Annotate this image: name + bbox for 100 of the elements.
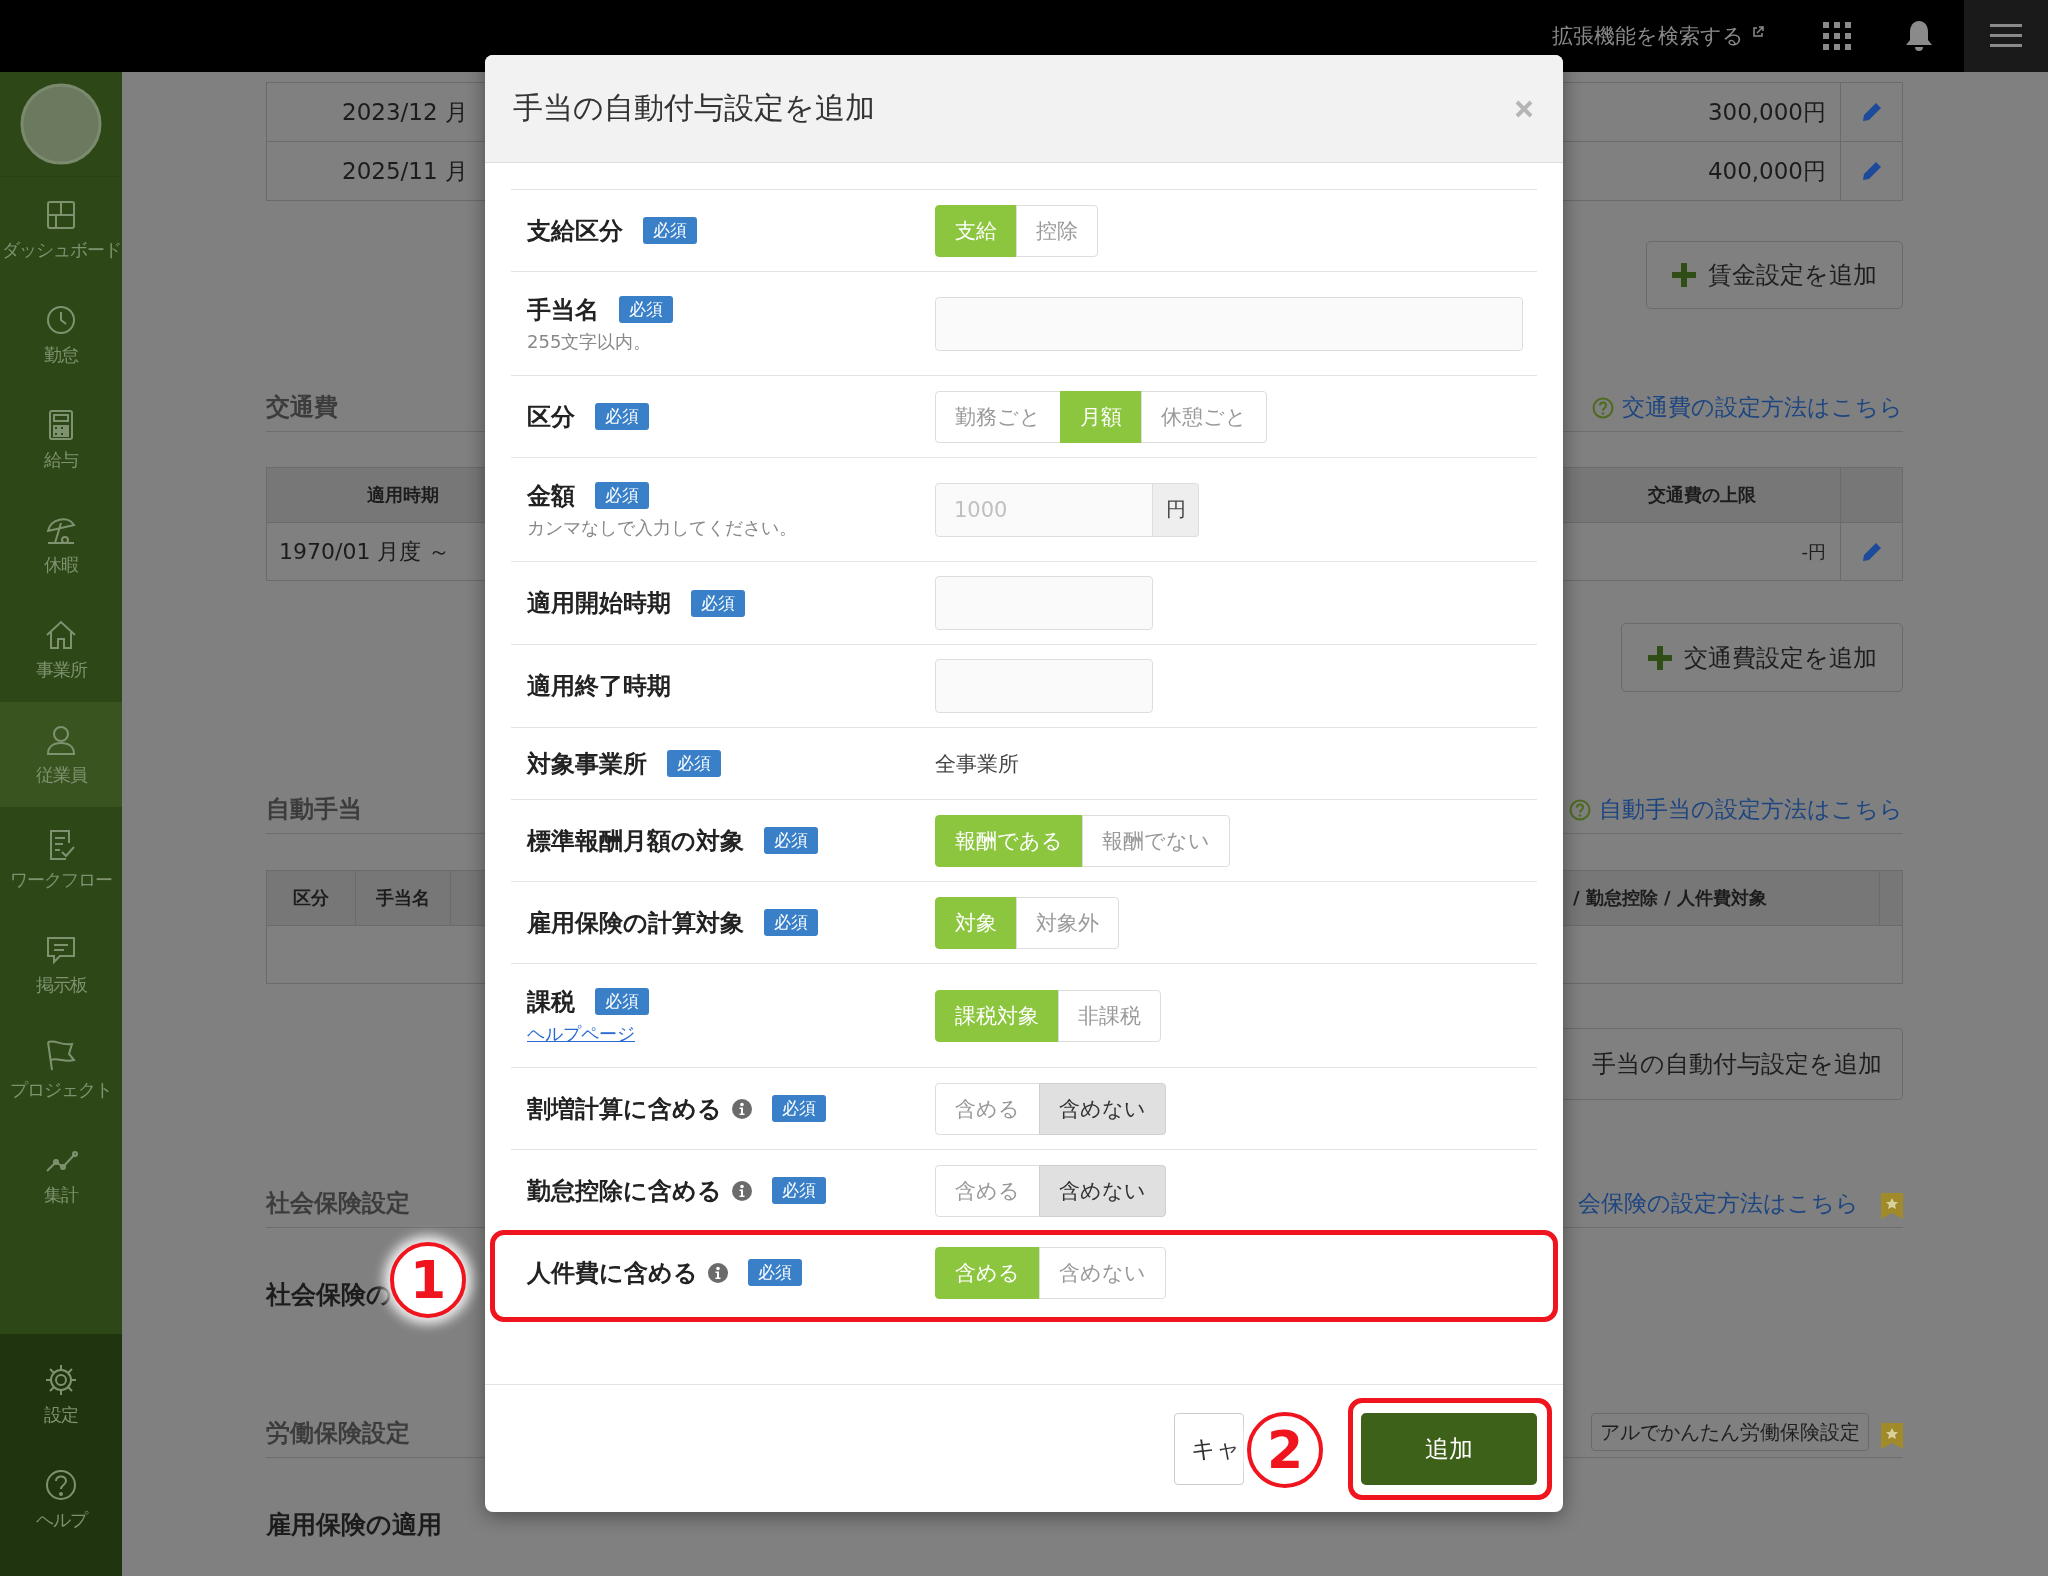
field-label: 社会保険の (266, 1280, 392, 1309)
plus-icon (1647, 645, 1672, 670)
required-badge: 必須 (691, 589, 745, 617)
field-label: 雇用保険の適用 (266, 1510, 442, 1539)
date-field[interactable] (935, 576, 1153, 630)
segment-option[interactable]: 休憩ごと (1141, 390, 1267, 443)
add-button[interactable]: 追加 (1361, 1412, 1537, 1485)
segment-option[interactable]: 対象外 (1016, 896, 1119, 949)
sidebar-item[interactable]: 休暇 (0, 492, 122, 597)
field-label: 適用終了時期 (527, 671, 671, 702)
plus-icon (1672, 263, 1696, 287)
extension-search-link[interactable]: 拡張機能を検索する (1552, 22, 1744, 50)
help-link[interactable]: 交通費の設定方法はこちら (1592, 392, 1903, 423)
menu-icon (1990, 23, 2022, 49)
segment-option[interactable]: 報酬でない (1082, 814, 1230, 867)
segment-option[interactable]: 勤務ごと (935, 390, 1061, 443)
section-heading: 自動手当 (266, 794, 362, 825)
required-badge: 必須 (595, 482, 649, 509)
table-header-cell-text: 交通費の上限 (1646, 483, 1757, 507)
bell-icon[interactable] (1904, 19, 1934, 53)
amount-field[interactable]: 1000 (935, 482, 1153, 537)
segment-option[interactable]: 含めない (1039, 1082, 1166, 1135)
pencil-icon[interactable] (1860, 540, 1883, 563)
segment-option[interactable]: 含める (935, 1082, 1040, 1135)
required-badge: 必須 (764, 909, 818, 936)
field-hint: 255文字以内。 (527, 329, 653, 354)
segment-option[interactable]: 控除 (1016, 204, 1098, 257)
question-icon (1592, 396, 1614, 419)
menu-button[interactable] (1964, 0, 2048, 72)
field-label: 手当名 (527, 294, 599, 326)
field-label: 金額 (527, 480, 575, 512)
sidebar-item[interactable]: 設定 (0, 1342, 122, 1447)
manual-button[interactable]: アルでかんたん労働保険設定 (1591, 1413, 1869, 1451)
date-field[interactable] (935, 659, 1153, 713)
segment-option[interactable]: 含める (935, 1246, 1040, 1299)
avatar-icon[interactable] (20, 83, 102, 165)
pencil-icon[interactable] (1860, 101, 1883, 123)
help-link[interactable]: 自動手当の設定方法はこちら (1569, 794, 1903, 825)
sidebar-item[interactable]: 給与 (0, 387, 122, 492)
required-badge: 必須 (595, 988, 649, 1015)
required-badge: 必須 (667, 750, 721, 777)
info-icon[interactable] (732, 1180, 752, 1201)
help-page-link[interactable]: ヘルプページ (527, 1021, 635, 1046)
required-badge: 必須 (748, 1259, 802, 1286)
help-link[interactable]: 会保険の設定方法はこちら (1578, 1188, 1859, 1219)
question-icon (1569, 798, 1591, 821)
table-header-cell: 手当名 (356, 871, 451, 925)
segment-option[interactable]: 含めない (1039, 1164, 1166, 1217)
required-badge: 必須 (643, 217, 697, 244)
add-wage-button[interactable]: 賃金設定を追加 (1646, 241, 1903, 309)
help-icon (44, 1467, 78, 1502)
table-cell-text: 1970/01 月度 ～ (279, 537, 451, 566)
segment-option[interactable]: 支給 (935, 204, 1017, 257)
sidebar-item[interactable]: 従業員 (0, 702, 122, 807)
section-heading: 労働保険設定 (266, 1418, 410, 1449)
field-label: 人件費に含める (527, 1257, 698, 1289)
table-cell-text: -円 (1800, 539, 1827, 564)
unit-addon: 円 (1153, 482, 1199, 537)
segment-option[interactable]: 課税対象 (935, 989, 1059, 1042)
bookmark-icon[interactable] (1881, 1193, 1903, 1219)
field-label: 勤怠控除に含める (527, 1175, 722, 1207)
segment-option[interactable]: 月額 (1060, 390, 1142, 443)
modal-title: 手当の自動付与設定を追加 (513, 89, 875, 127)
segment-option[interactable]: 含める (935, 1164, 1040, 1217)
add-allowance-button[interactable]: 手当の自動付与設定を追加 (1563, 1028, 1903, 1100)
field-hint: カンマなしで入力してください。 (527, 515, 798, 540)
field-label: 標準報酬月額の対象 (527, 825, 744, 857)
sidebar-item[interactable]: ヘルプ (0, 1447, 122, 1552)
add-commute-button[interactable]: 交通費設定を追加 (1621, 623, 1903, 692)
sidebar-item[interactable]: 掲示板 (0, 912, 122, 1017)
flag-icon (44, 1037, 78, 1072)
segment-option[interactable]: 非課税 (1058, 989, 1161, 1042)
sidebar-item[interactable]: 事業所 (0, 597, 122, 702)
sidebar-item[interactable]: 集計 (0, 1122, 122, 1227)
segment-option[interactable]: 対象 (935, 896, 1017, 949)
field-label: 対象事業所 (527, 748, 647, 780)
segment-option[interactable]: 報酬である (935, 814, 1083, 867)
sidebar-item[interactable]: 勤怠 (0, 282, 122, 387)
table-header-cell-text: / 勤怠控除 / 人件費対象 (1572, 886, 1768, 910)
section-heading: 社会保険設定 (266, 1188, 410, 1219)
table-cell-text: 2025/11 月 (342, 156, 468, 186)
sidebar-item[interactable]: ワークフロー (0, 807, 122, 912)
field-label: 課税 (527, 986, 575, 1018)
pencil-icon[interactable] (1860, 160, 1883, 182)
field-label: 適用開始時期 (527, 588, 671, 619)
cancel-button[interactable]: キャ (1174, 1412, 1244, 1485)
table-cell-text: 2023/12 月 (342, 97, 468, 127)
field-label: 支給区分 (527, 215, 623, 247)
apps-grid-icon[interactable] (1822, 21, 1852, 51)
table-header-cell: 適用時期 (367, 483, 439, 507)
info-icon[interactable] (708, 1262, 728, 1283)
close-icon[interactable] (1515, 99, 1533, 118)
sidebar-item[interactable]: ダッシュボード (0, 177, 122, 282)
bookmark-icon[interactable] (1881, 1423, 1903, 1449)
input-field[interactable] (935, 296, 1523, 351)
info-icon[interactable] (732, 1098, 752, 1119)
field-label: 割増計算に含める (527, 1093, 722, 1125)
required-badge: 必須 (595, 403, 649, 430)
sidebar-item[interactable]: プロジェクト (0, 1017, 122, 1122)
segment-option[interactable]: 含めない (1039, 1246, 1166, 1299)
